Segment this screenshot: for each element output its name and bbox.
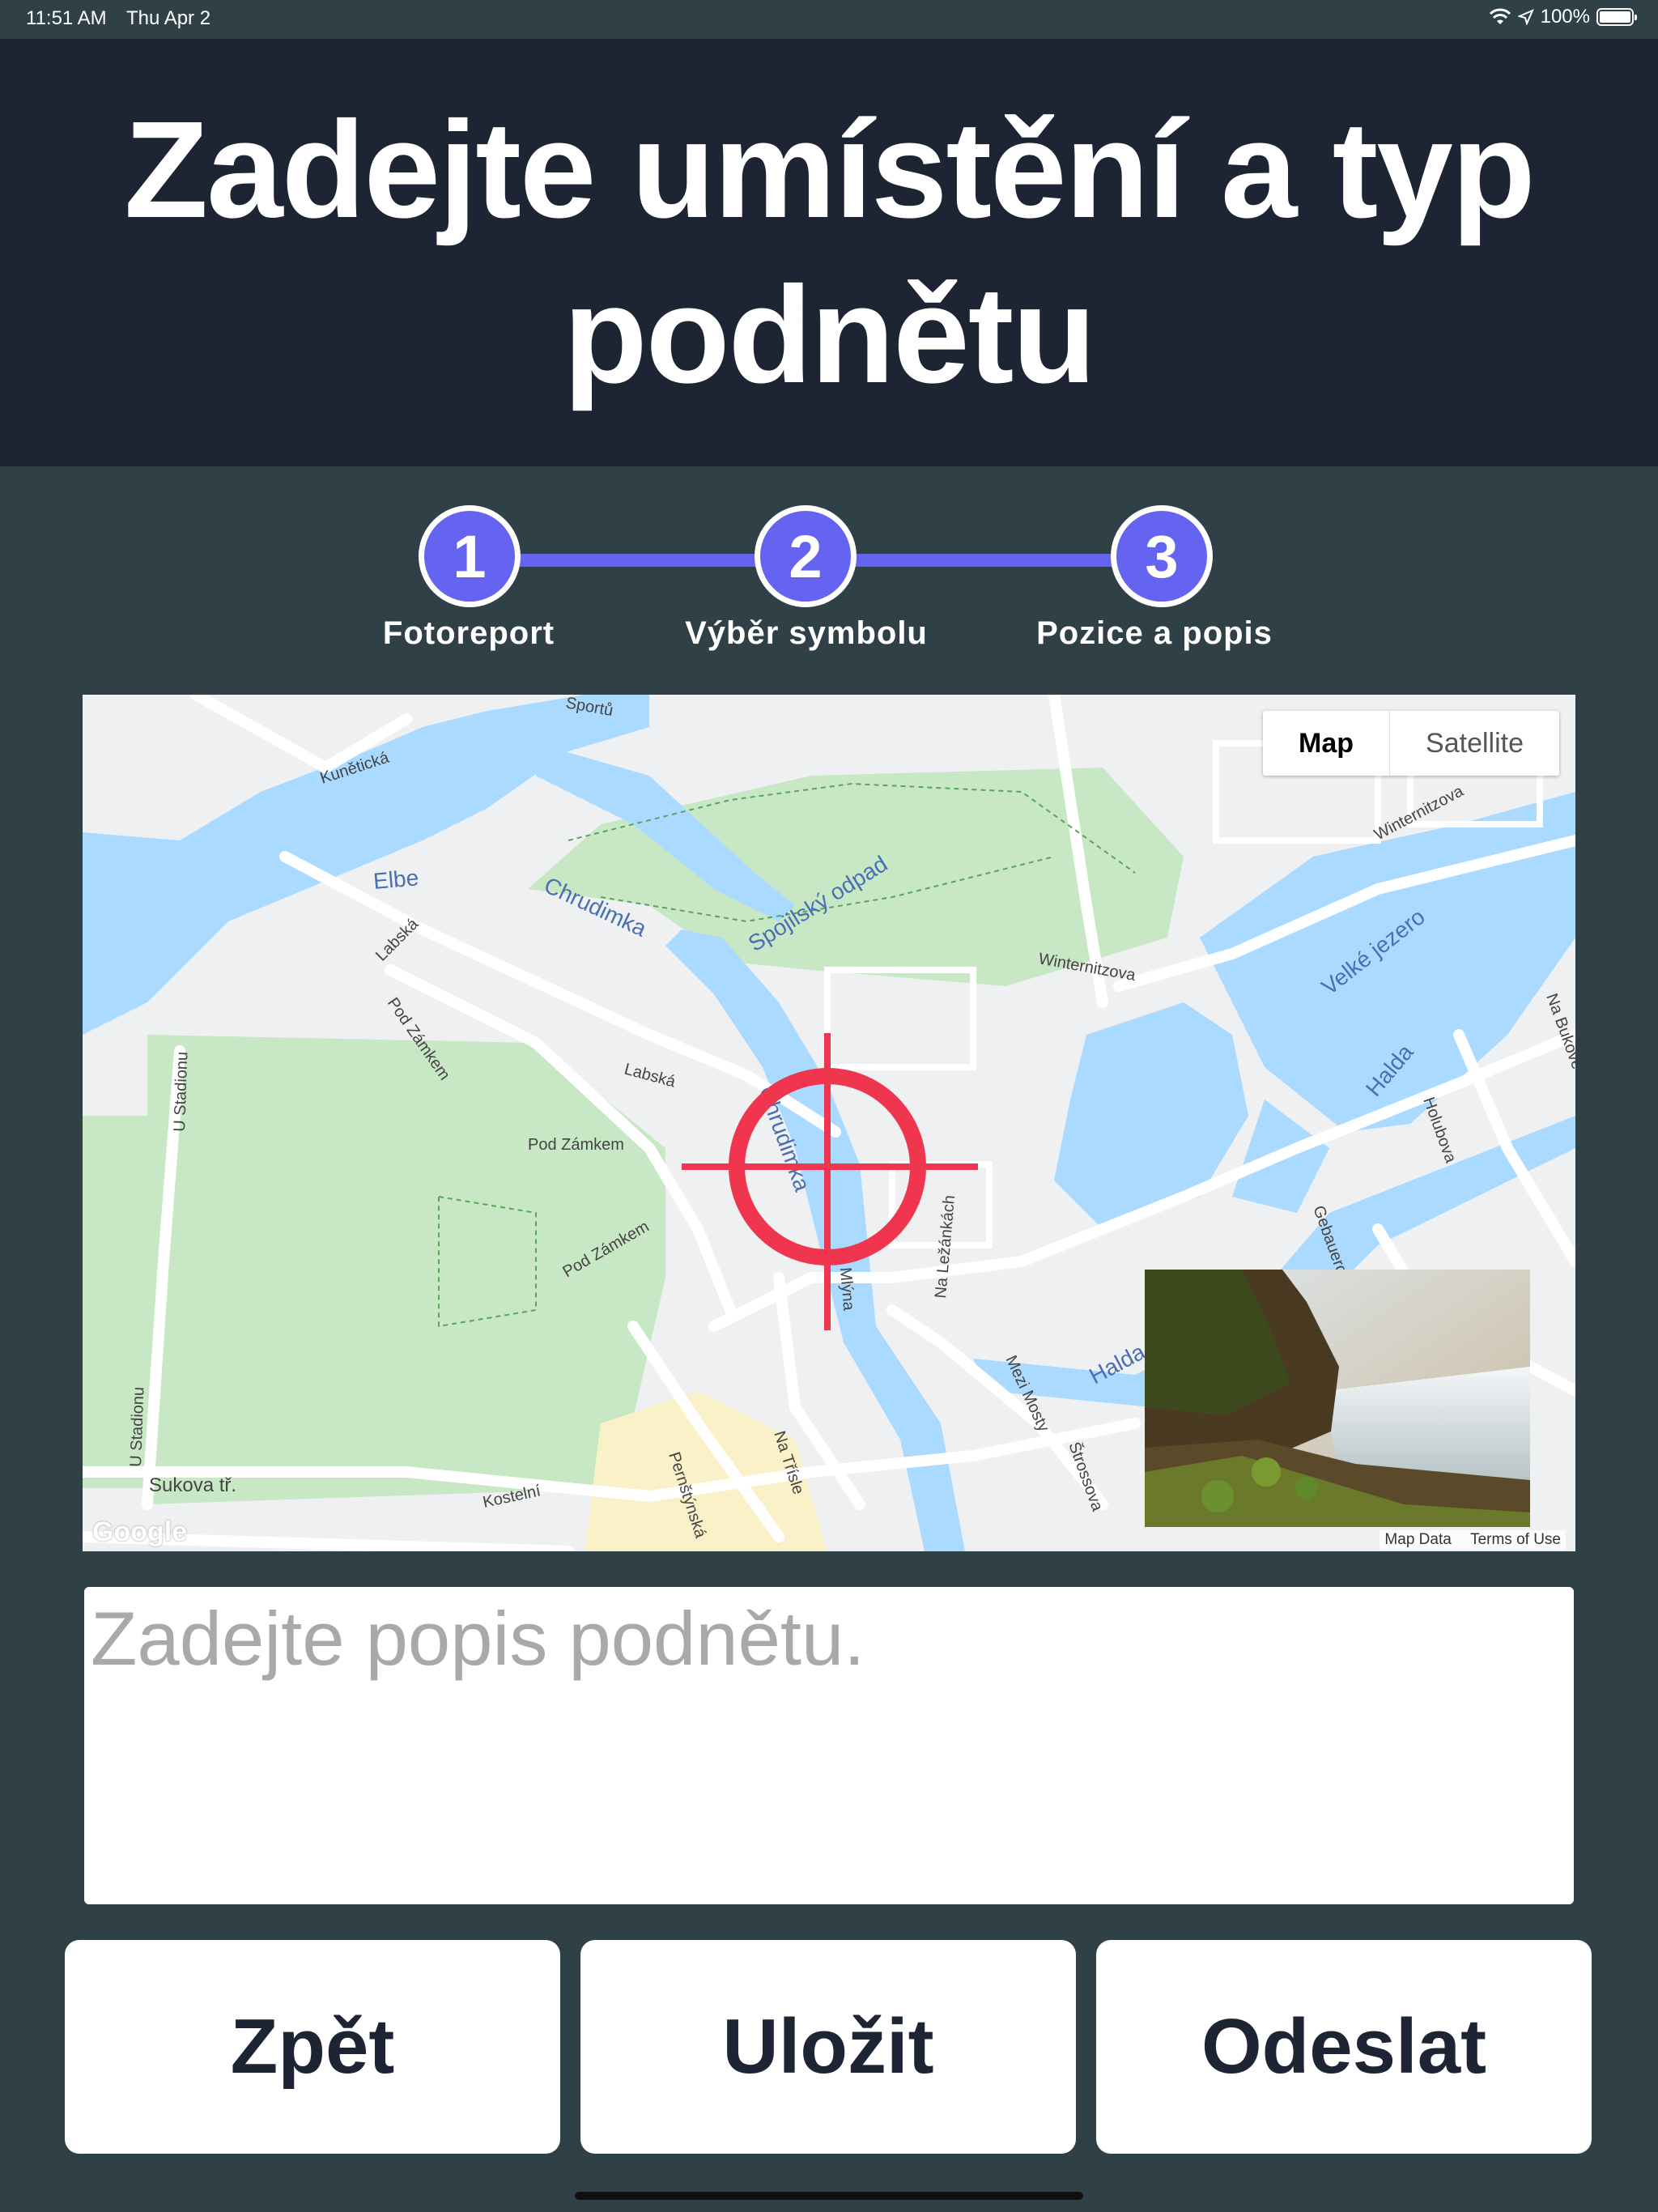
status-right: 100% <box>1489 6 1637 28</box>
map-type-toggle[interactable]: Map Satellite <box>1263 711 1559 776</box>
map-type-satellite-button[interactable]: Satellite <box>1390 711 1559 776</box>
step-connector <box>850 554 1141 567</box>
wifi-icon <box>1489 8 1511 24</box>
progress-stepper: 1 2 3 Fotoreport Výběr symbolu Pozice a … <box>0 502 1658 664</box>
description-input[interactable] <box>84 1587 1574 1904</box>
status-time: 11:51 AM <box>26 7 107 29</box>
step-1-label: Fotoreport <box>382 615 555 651</box>
map-type-map-button[interactable]: Map <box>1263 711 1391 776</box>
step-3-label: Pozice a popis <box>1036 615 1273 651</box>
map-label-sukova: Sukova tř. <box>149 1474 236 1496</box>
battery-percent: 100% <box>1540 6 1590 28</box>
page-title: Zadejte umístění a typ podnětu <box>124 93 1535 412</box>
home-indicator[interactable] <box>575 2192 1083 2200</box>
map-label-pod-zamkem-2: Pod Zámkem <box>528 1136 624 1154</box>
send-button[interactable]: Odeslat <box>1096 1940 1592 2154</box>
status-bar: 11:51 AM Thu Apr 2 100% <box>0 0 1658 39</box>
save-button[interactable]: Uložit <box>580 1940 1076 2154</box>
map-view[interactable]: Elbe Chrudimka Chrudimka Spojilský odpad… <box>83 695 1575 1551</box>
step-2-circle[interactable]: 2 <box>755 505 857 607</box>
map-label-u-stadionu-2: U Stadionu <box>127 1386 147 1467</box>
step-1-circle[interactable]: 1 <box>419 505 521 607</box>
map-attribution: Map Data Terms of Use <box>1380 1530 1566 1550</box>
map-label-elbe: Elbe <box>372 865 420 894</box>
terms-of-use-link[interactable]: Terms of Use <box>1470 1531 1561 1548</box>
google-logo: Google <box>92 1516 188 1547</box>
battery-icon <box>1596 8 1637 26</box>
back-button[interactable]: Zpět <box>65 1940 560 2154</box>
page-header: Zadejte umístění a typ podnětu <box>0 39 1658 466</box>
step-3-circle[interactable]: 3 <box>1111 505 1213 607</box>
map-label-u-stadionu: U Stadionu <box>171 1051 191 1132</box>
status-date: Thu Apr 2 <box>126 7 211 29</box>
step-2-label: Výběr symbolu <box>685 615 928 651</box>
location-arrow-icon <box>1517 9 1534 25</box>
map-data-link[interactable]: Map Data <box>1384 1531 1451 1548</box>
photo-thumbnail[interactable] <box>1145 1270 1530 1527</box>
